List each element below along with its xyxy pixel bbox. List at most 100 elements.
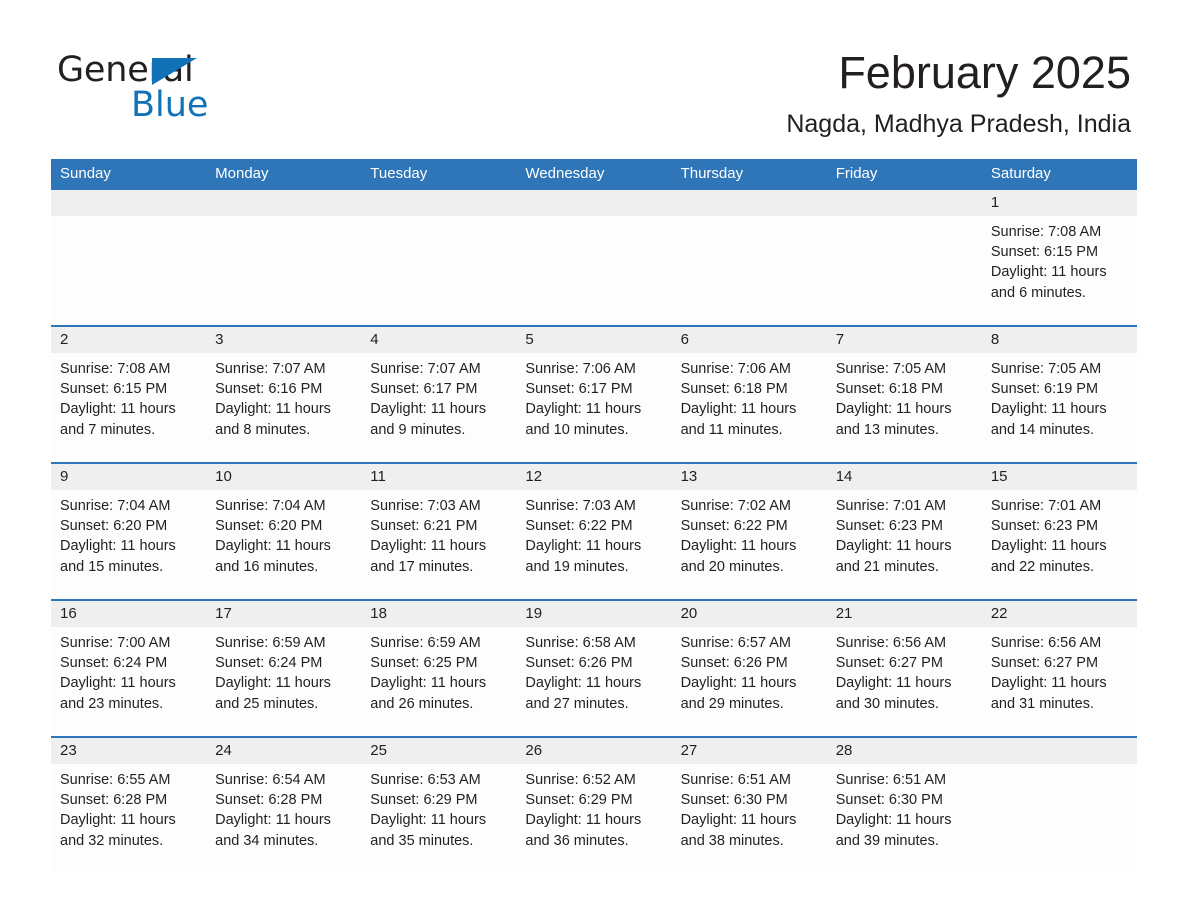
day-number[interactable]: 27 (672, 738, 827, 764)
day-cell[interactable]: Sunrise: 7:02 AM Sunset: 6:22 PM Dayligh… (672, 490, 827, 599)
day-number[interactable]: 10 (206, 464, 361, 490)
sunset-text: Sunset: 6:25 PM (370, 655, 478, 672)
day-cell[interactable]: Sunrise: 7:06 AM Sunset: 6:17 PM Dayligh… (516, 353, 671, 462)
day-number[interactable]: 25 (361, 738, 516, 764)
day-cell[interactable]: Sunrise: 7:07 AM Sunset: 6:16 PM Dayligh… (206, 353, 361, 462)
sunrise-text: Sunrise: 7:04 AM (60, 498, 171, 514)
daylight-text-line2: and 38 minutes. (680, 832, 784, 849)
day-cell[interactable]: Sunrise: 7:00 AM Sunset: 6:24 PM Dayligh… (51, 627, 206, 736)
sunrise-text: Sunrise: 7:08 AM (60, 361, 171, 377)
day-cell[interactable]: Sunrise: 7:01 AM Sunset: 6:23 PM Dayligh… (827, 490, 982, 599)
day-cell[interactable]: Sunrise: 7:03 AM Sunset: 6:21 PM Dayligh… (361, 490, 516, 599)
day-cell[interactable]: Sunrise: 7:03 AM Sunset: 6:22 PM Dayligh… (516, 490, 671, 599)
general-blue-logo[interactable]: General Blue (57, 50, 317, 125)
day-number[interactable]: 16 (51, 601, 206, 627)
sunrise-text: Sunrise: 7:01 AM (835, 498, 947, 514)
day-number[interactable]: 7 (827, 327, 982, 353)
day-cell[interactable] (361, 216, 516, 325)
sunset-text: Sunset: 6:20 PM (215, 518, 323, 535)
day-number[interactable]: 9 (51, 464, 206, 490)
day-cell[interactable]: Sunrise: 7:04 AM Sunset: 6:20 PM Dayligh… (206, 490, 361, 599)
day-number[interactable]: 8 (982, 327, 1137, 353)
day-number[interactable]: 20 (672, 601, 827, 627)
weekday-header-wednesday: Wednesday (525, 165, 605, 182)
day-number[interactable]: 28 (827, 738, 982, 764)
day-cell[interactable]: Sunrise: 6:52 AM Sunset: 6:29 PM Dayligh… (516, 764, 671, 871)
daylight-text-line2: and 30 minutes. (835, 695, 939, 712)
day-cell[interactable]: Sunrise: 6:58 AM Sunset: 6:26 PM Dayligh… (516, 627, 671, 736)
day-cell[interactable]: Sunrise: 7:04 AM Sunset: 6:20 PM Dayligh… (51, 490, 206, 599)
day-number[interactable]: 14 (827, 464, 982, 490)
day-cell[interactable]: Sunrise: 7:08 AM Sunset: 6:15 PM Dayligh… (982, 216, 1137, 325)
day-cell[interactable]: Sunrise: 6:53 AM Sunset: 6:29 PM Dayligh… (361, 764, 516, 871)
day-cell[interactable]: Sunrise: 6:54 AM Sunset: 6:28 PM Dayligh… (206, 764, 361, 871)
day-cell[interactable]: Sunrise: 6:59 AM Sunset: 6:24 PM Dayligh… (206, 627, 361, 736)
day-cell[interactable] (51, 216, 206, 325)
day-number[interactable]: 15 (982, 464, 1137, 490)
sunset-text: Sunset: 6:16 PM (215, 381, 323, 398)
sunset-text: Sunset: 6:18 PM (680, 381, 788, 398)
day-number[interactable]: 17 (206, 601, 361, 627)
day-cell[interactable]: Sunrise: 6:56 AM Sunset: 6:27 PM Dayligh… (827, 627, 982, 736)
day-number[interactable] (516, 190, 671, 216)
sunset-text: Sunset: 6:23 PM (990, 518, 1099, 535)
sunset-text: Sunset: 6:18 PM (835, 381, 943, 398)
day-cell[interactable] (672, 216, 827, 325)
day-number[interactable]: 2 (51, 327, 206, 353)
day-number[interactable]: 4 (361, 327, 516, 353)
week-detail-row: Sunrise: 6:55 AM Sunset: 6:28 PM Dayligh… (51, 764, 1137, 871)
day-cell[interactable] (206, 216, 361, 325)
sunrise-text: Sunrise: 6:56 AM (990, 635, 1102, 651)
day-number[interactable]: 1 (982, 190, 1137, 216)
daylight-text-line2: and 8 minutes. (215, 421, 311, 438)
day-number[interactable]: 11 (361, 464, 516, 490)
sunrise-text: Sunrise: 6:58 AM (525, 635, 636, 651)
daylight-text-line2: and 21 minutes. (835, 558, 939, 575)
day-cell[interactable]: Sunrise: 6:55 AM Sunset: 6:28 PM Dayligh… (51, 764, 206, 871)
day-number[interactable]: 26 (516, 738, 671, 764)
sunset-text: Sunset: 6:27 PM (835, 655, 943, 672)
day-number[interactable]: 12 (516, 464, 671, 490)
sunrise-text: Sunrise: 7:00 AM (60, 635, 171, 651)
week-date-strip: 23 24 25 26 27 28 (51, 738, 1137, 764)
day-number[interactable]: 18 (361, 601, 516, 627)
day-cell[interactable]: Sunrise: 7:08 AM Sunset: 6:15 PM Dayligh… (51, 353, 206, 462)
day-cell[interactable]: Sunrise: 7:06 AM Sunset: 6:18 PM Dayligh… (672, 353, 827, 462)
sunset-text: Sunset: 6:17 PM (525, 381, 633, 398)
weekday-header-tuesday: Tuesday (370, 165, 428, 182)
day-number[interactable]: 5 (516, 327, 671, 353)
day-number[interactable]: 13 (672, 464, 827, 490)
day-number[interactable]: 3 (206, 327, 361, 353)
calendar-grid: Sunday Monday Tuesday Wednesday Thursday… (51, 159, 1137, 871)
day-number[interactable] (672, 190, 827, 216)
week-date-strip: 1 (51, 190, 1137, 216)
day-number[interactable]: 21 (827, 601, 982, 627)
day-cell[interactable]: Sunrise: 7:07 AM Sunset: 6:17 PM Dayligh… (361, 353, 516, 462)
day-number[interactable]: 6 (672, 327, 827, 353)
day-cell[interactable] (982, 764, 1137, 871)
day-number[interactable] (361, 190, 516, 216)
day-number[interactable] (982, 738, 1137, 764)
day-cell[interactable]: Sunrise: 6:51 AM Sunset: 6:30 PM Dayligh… (672, 764, 827, 871)
daylight-text-line1: Daylight: 11 hours (990, 538, 1107, 555)
day-cell[interactable] (516, 216, 671, 325)
day-cell[interactable]: Sunrise: 7:05 AM Sunset: 6:19 PM Dayligh… (982, 353, 1137, 462)
day-cell[interactable]: Sunrise: 6:51 AM Sunset: 6:30 PM Dayligh… (827, 764, 982, 871)
day-number[interactable] (51, 190, 206, 216)
day-cell[interactable]: Sunrise: 6:56 AM Sunset: 6:27 PM Dayligh… (982, 627, 1137, 736)
daylight-text-line1: Daylight: 11 hours (60, 538, 176, 555)
sunset-text: Sunset: 6:22 PM (525, 518, 633, 535)
day-number[interactable] (206, 190, 361, 216)
day-number[interactable]: 19 (516, 601, 671, 627)
day-cell[interactable]: Sunrise: 6:57 AM Sunset: 6:26 PM Dayligh… (672, 627, 827, 736)
day-cell[interactable]: Sunrise: 6:59 AM Sunset: 6:25 PM Dayligh… (361, 627, 516, 736)
daylight-text-line1: Daylight: 11 hours (60, 401, 176, 418)
day-cell[interactable]: Sunrise: 7:01 AM Sunset: 6:23 PM Dayligh… (982, 490, 1137, 599)
day-cell[interactable] (827, 216, 982, 325)
day-number[interactable] (827, 190, 982, 216)
day-cell[interactable]: Sunrise: 7:05 AM Sunset: 6:18 PM Dayligh… (827, 353, 982, 462)
day-number[interactable]: 24 (206, 738, 361, 764)
sunrise-text: Sunrise: 7:05 AM (835, 361, 947, 377)
day-number[interactable]: 22 (982, 601, 1137, 627)
day-number[interactable]: 23 (51, 738, 206, 764)
